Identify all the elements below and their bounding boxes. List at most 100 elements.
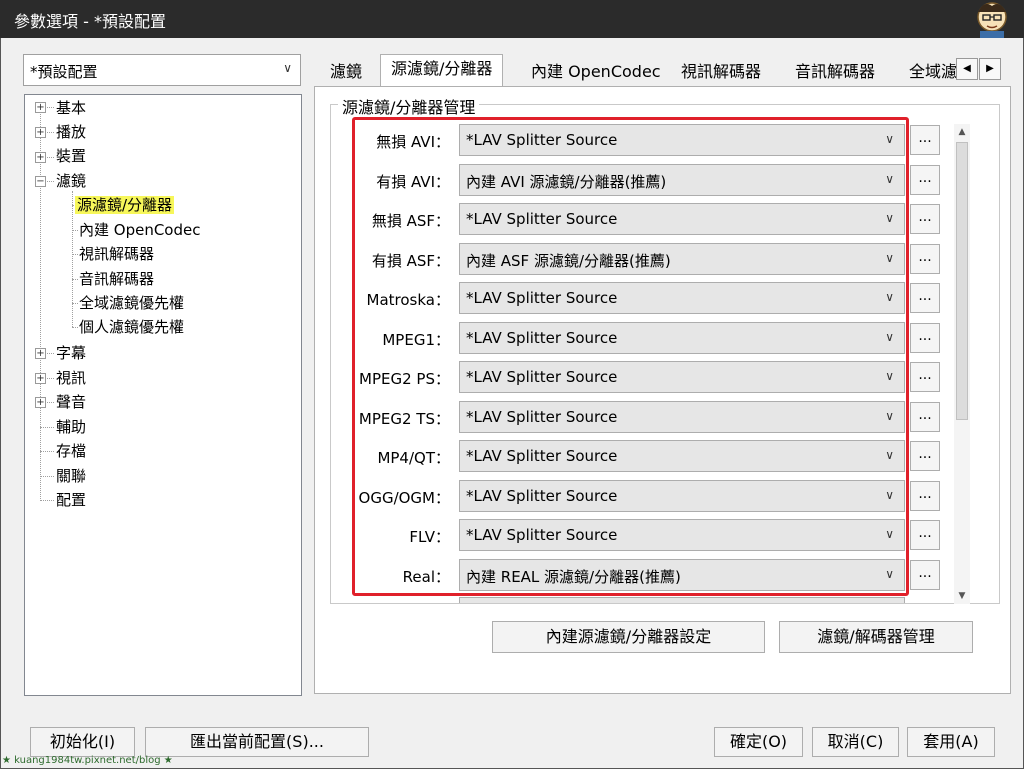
splitter-select-mpeg2-ps[interactable]: *LAV Splitter Source ∨: [459, 361, 905, 393]
more-button-lossy-avi[interactable]: ...: [910, 165, 940, 195]
ok-button[interactable]: 確定(O): [714, 727, 803, 757]
tree-item-global-priority[interactable]: 全域濾鏡優先權: [79, 292, 184, 314]
splitter-select-ogg-ogm[interactable]: *LAV Splitter Source ∨: [459, 480, 905, 512]
row-label-flv: FLV：: [409, 528, 450, 546]
filter-manager-button[interactable]: 濾鏡/解碼器管理: [779, 621, 973, 653]
more-button-real[interactable]: ...: [910, 560, 940, 590]
cancel-button[interactable]: 取消(C): [812, 727, 899, 757]
more-button-mpeg2-ps[interactable]: ...: [910, 362, 940, 392]
title-bar[interactable]: 參數選項 - *預設配置: [0, 0, 1024, 38]
chevron-down-icon: ∨: [885, 369, 894, 383]
tab-source-splitter[interactable]: 源濾鏡/分離器: [380, 54, 504, 87]
vertical-scrollbar[interactable]: ▲ ▼: [954, 124, 970, 604]
more-button-mpeg1[interactable]: ...: [910, 323, 940, 353]
plus-box-icon[interactable]: +: [35, 348, 46, 359]
row-label-mpeg2-ts: MPEG2 TS：: [358, 410, 450, 428]
more-button-ogg-ogm[interactable]: ...: [910, 481, 940, 511]
scroll-up-icon[interactable]: ▲: [954, 124, 970, 140]
splitter-select-lossy-avi[interactable]: 內建 AVI 源濾鏡/分離器(推薦) ∨: [459, 164, 905, 196]
tree-item-label-selected: 源濾鏡/分離器: [75, 196, 175, 214]
splitter-select-real[interactable]: 內建 REAL 源濾鏡/分離器(推薦) ∨: [459, 559, 905, 591]
tab-opencodec[interactable]: 內建 OpenCodec: [521, 58, 671, 86]
scroll-thumb[interactable]: [956, 142, 968, 420]
tree-item-video-decoder[interactable]: 視訊解碼器: [79, 243, 154, 265]
select-value: 內建 ASF 源濾鏡/分離器(推薦): [466, 252, 671, 270]
select-value: *LAV Splitter Source: [466, 210, 618, 228]
tree-item-source-splitter[interactable]: 源濾鏡/分離器: [75, 194, 175, 216]
tab-scroll-left-button[interactable]: ◀: [956, 58, 978, 80]
chevron-down-icon: ∨: [885, 567, 894, 581]
apply-button[interactable]: 套用(A): [907, 727, 995, 757]
plus-box-icon[interactable]: +: [35, 373, 46, 384]
tree-item-label: 全域濾鏡優先權: [79, 294, 185, 312]
more-button-mpeg2-ts[interactable]: ...: [910, 402, 940, 432]
select-value: *LAV Splitter Source: [466, 131, 618, 149]
select-value: *LAV Splitter Source: [466, 526, 618, 544]
plus-box-icon[interactable]: +: [35, 152, 46, 163]
select-value: *LAV Splitter Source: [466, 329, 618, 347]
splitter-select-flv[interactable]: *LAV Splitter Source ∨: [459, 519, 905, 551]
tree-item-label: 輔助: [56, 418, 87, 436]
more-button-flv[interactable]: ...: [910, 520, 940, 550]
plus-box-icon[interactable]: +: [35, 127, 46, 138]
splitter-select-lossless-avi[interactable]: *LAV Splitter Source ∨: [459, 124, 905, 156]
tree-item-save[interactable]: 存檔: [56, 440, 86, 462]
tree-item-association[interactable]: 關聯: [56, 465, 86, 487]
row-label-mpeg1: MPEG1：: [382, 331, 450, 349]
tree-item-label: 內建 OpenCodec: [79, 221, 201, 239]
plus-box-icon[interactable]: +: [35, 397, 46, 408]
tab-audio-decoder[interactable]: 音訊解碼器: [785, 58, 885, 86]
tree-item-playback[interactable]: 播放: [56, 121, 86, 143]
scroll-down-icon[interactable]: ▼: [954, 588, 970, 604]
tree-item-basic[interactable]: 基本: [56, 97, 86, 119]
more-button-mp4-qt[interactable]: ...: [910, 441, 940, 471]
initialize-button[interactable]: 初始化(I): [30, 727, 135, 757]
tree-item-label: 播放: [56, 123, 87, 141]
splitter-select-mpeg2-ts[interactable]: *LAV Splitter Source ∨: [459, 401, 905, 433]
profile-select[interactable]: *預設配置 ∨: [23, 54, 301, 86]
row-label-ogg-ogm: OGG/OGM：: [358, 489, 450, 507]
more-button-lossless-avi[interactable]: ...: [910, 125, 940, 155]
splitter-select-lossless-asf[interactable]: *LAV Splitter Source ∨: [459, 203, 905, 235]
splitter-select-mp4-qt[interactable]: *LAV Splitter Source ∨: [459, 440, 905, 472]
tree-item-opencodec[interactable]: 內建 OpenCodec: [79, 219, 200, 241]
tab-global-filter[interactable]: 全域濾: [899, 58, 956, 86]
profile-select-value: *預設配置: [30, 63, 98, 81]
minus-box-icon[interactable]: −: [35, 176, 46, 187]
tree-item-audio-decoder[interactable]: 音訊解碼器: [79, 268, 154, 290]
select-value: *LAV Splitter Source: [466, 289, 618, 307]
tree-item-label: 視訊解碼器: [79, 245, 155, 263]
tree-item-device[interactable]: 裝置: [56, 145, 86, 167]
tree-item-subtitle[interactable]: 字幕: [56, 342, 86, 364]
tree-item-video[interactable]: 視訊: [56, 367, 86, 389]
tree-item-assist[interactable]: 輔助: [56, 416, 86, 438]
tree-item-label: 視訊: [56, 369, 87, 387]
splitter-select-matroska[interactable]: *LAV Splitter Source ∨: [459, 282, 905, 314]
select-value: *LAV Splitter Source: [466, 487, 618, 505]
tree-item-label: 字幕: [56, 344, 87, 362]
splitter-select-mpeg1[interactable]: *LAV Splitter Source ∨: [459, 322, 905, 354]
row-label-mpeg2-ps: MPEG2 PS：: [359, 370, 450, 388]
tree-item-filters[interactable]: 濾鏡: [56, 170, 86, 192]
splitter-select-lossy-asf[interactable]: 內建 ASF 源濾鏡/分離器(推薦) ∨: [459, 243, 905, 275]
more-button-lossless-asf[interactable]: ...: [910, 204, 940, 234]
plus-box-icon[interactable]: +: [35, 102, 46, 113]
tree-item-label: 裝置: [56, 147, 87, 165]
row-label-real: Real：: [402, 568, 450, 586]
chevron-down-icon: ∨: [885, 409, 894, 423]
category-tree[interactable]: + 基本 + 播放 + 裝置 − 濾鏡 源濾鏡/分離器 內建 OpenCodec…: [24, 94, 302, 696]
tab-filters[interactable]: 濾鏡: [320, 58, 372, 86]
tab-scroll-right-button[interactable]: ▶: [979, 58, 1001, 80]
tab-video-decoder[interactable]: 視訊解碼器: [671, 58, 771, 86]
builtin-splitter-settings-button[interactable]: 內建源濾鏡/分離器設定: [492, 621, 765, 653]
tree-item-profile[interactable]: 配置: [56, 489, 86, 511]
row-label-lossless-avi: 無損 AVI：: [376, 133, 450, 151]
chevron-down-icon: ∨: [885, 448, 894, 462]
more-button-lossy-asf[interactable]: ...: [910, 244, 940, 274]
tree-item-sound[interactable]: 聲音: [56, 391, 86, 413]
export-profile-button[interactable]: 匯出當前配置(S)...: [145, 727, 369, 757]
select-value: *LAV Splitter Source: [466, 447, 618, 465]
tree-item-personal-priority[interactable]: 個人濾鏡優先權: [79, 316, 184, 338]
chevron-down-icon: ∨: [885, 330, 894, 344]
more-button-matroska[interactable]: ...: [910, 283, 940, 313]
